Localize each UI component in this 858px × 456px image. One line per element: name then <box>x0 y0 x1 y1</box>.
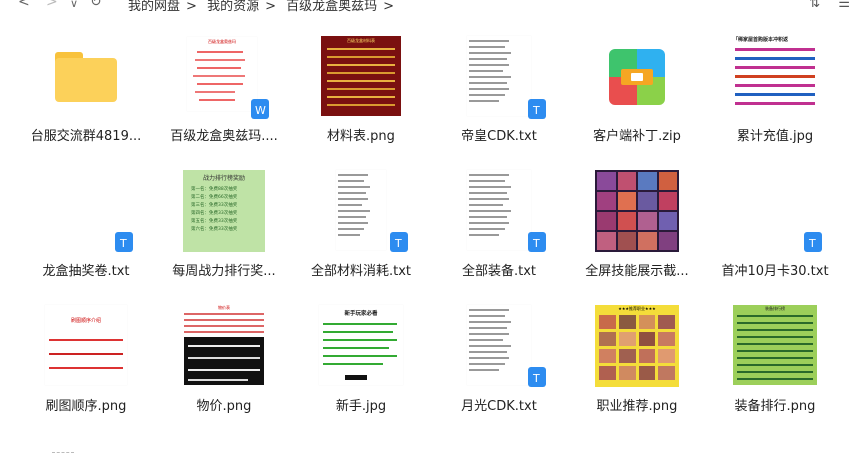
folder-icon <box>55 52 117 102</box>
thumbnail-title: 物价表 <box>218 305 230 310</box>
image-thumbnail: 百级龙盒材料表 <box>321 36 401 116</box>
txt-file-icon: T <box>115 232 133 252</box>
file-name: 全屏技能展示截... <box>585 264 689 279</box>
image-thumbnail: 「稀家屋首购版本冲积返 <box>733 36 817 116</box>
word-doc-icon: W <box>251 99 269 119</box>
file-grid: 台服交流群4819... 百级龙盒奥兹玛 W 百级龙盒奥兹玛.... 百级龙盒材… <box>0 0 858 455</box>
file-name: 帝皇CDK.txt <box>461 129 537 144</box>
file-name: 客户端补丁.zip <box>593 129 681 144</box>
file-name: 台服交流群4819... <box>30 129 142 144</box>
file-name: 装备排行.png <box>734 399 816 414</box>
svg-text:T: T <box>808 237 816 250</box>
svg-text:T: T <box>532 104 540 117</box>
file-name: 每周战力排行奖... <box>172 264 276 279</box>
image-thumbnail: 新手玩家必看 <box>319 305 403 385</box>
file-name: 全部装备.txt <box>461 264 537 279</box>
text-thumbnail <box>467 36 531 116</box>
svg-text:T: T <box>119 237 127 250</box>
image-thumbnail: 刷图顺序介绍 <box>45 305 127 385</box>
file-name: 龙盒抽奖卷.txt <box>42 264 130 279</box>
file-name: 全部材料消耗.txt <box>310 264 412 279</box>
txt-file-icon: T <box>804 232 822 252</box>
file-name: 材料表.png <box>327 129 395 144</box>
file-name: 累计充值.jpg <box>736 129 814 144</box>
zip-archive-icon <box>609 49 665 105</box>
file-name: 刷图顺序.png <box>45 399 127 414</box>
image-thumbnail: 物价表 <box>182 305 266 387</box>
txt-file-icon: T <box>528 367 546 387</box>
thumbnail-title: 战力排行榜奖励 <box>202 175 245 182</box>
svg-text:W: W <box>255 104 266 117</box>
txt-file-icon: T <box>390 232 408 252</box>
thumbnail-title: 新手玩家必看 <box>344 311 378 317</box>
image-thumbnail: 装备排行榜 <box>733 305 817 385</box>
thumbnail-title: 百级龙盒奥兹玛 <box>208 39 236 44</box>
file-name: 百级龙盒奥兹玛.... <box>170 129 278 144</box>
thumbnail-title: ★★★推荐职业★★★ <box>618 306 656 311</box>
thumbnail-title: 「稀家屋首购版本冲积返 <box>733 37 789 43</box>
file-name: 职业推荐.png <box>596 399 678 414</box>
next-row-fragment <box>52 452 74 456</box>
svg-text:T: T <box>394 237 402 250</box>
thumbnail-title: 装备排行榜 <box>765 306 785 311</box>
file-name: 首冲10月卡30.txt <box>721 264 829 279</box>
txt-file-icon: T <box>528 99 546 119</box>
svg-text:T: T <box>532 237 540 250</box>
svg-text:T: T <box>532 372 540 385</box>
file-name: 物价.png <box>196 399 252 414</box>
text-thumbnail <box>336 170 386 250</box>
text-thumbnail <box>467 305 531 385</box>
image-thumbnail <box>595 170 679 252</box>
thumbnail-title: 刷图顺序介绍 <box>70 318 101 324</box>
image-thumbnail: ★★★推荐职业★★★ <box>595 305 679 387</box>
document-thumbnail: 百级龙盒奥兹玛 <box>187 37 257 111</box>
image-thumbnail: 战力排行榜奖励 第一名：免费88次抽奖 第二名：免费66次抽奖 第三名：免费33… <box>183 170 265 252</box>
text-thumbnail <box>467 170 531 250</box>
file-name: 月光CDK.txt <box>461 399 537 414</box>
file-name: 新手.jpg <box>335 399 387 414</box>
txt-file-icon: T <box>528 232 546 252</box>
thumbnail-rows: 第一名：免费88次抽奖 第二名：免费66次抽奖 第三名：免费33次抽奖 第四名：… <box>191 187 238 232</box>
thumbnail-title: 百级龙盒材料表 <box>347 38 375 43</box>
